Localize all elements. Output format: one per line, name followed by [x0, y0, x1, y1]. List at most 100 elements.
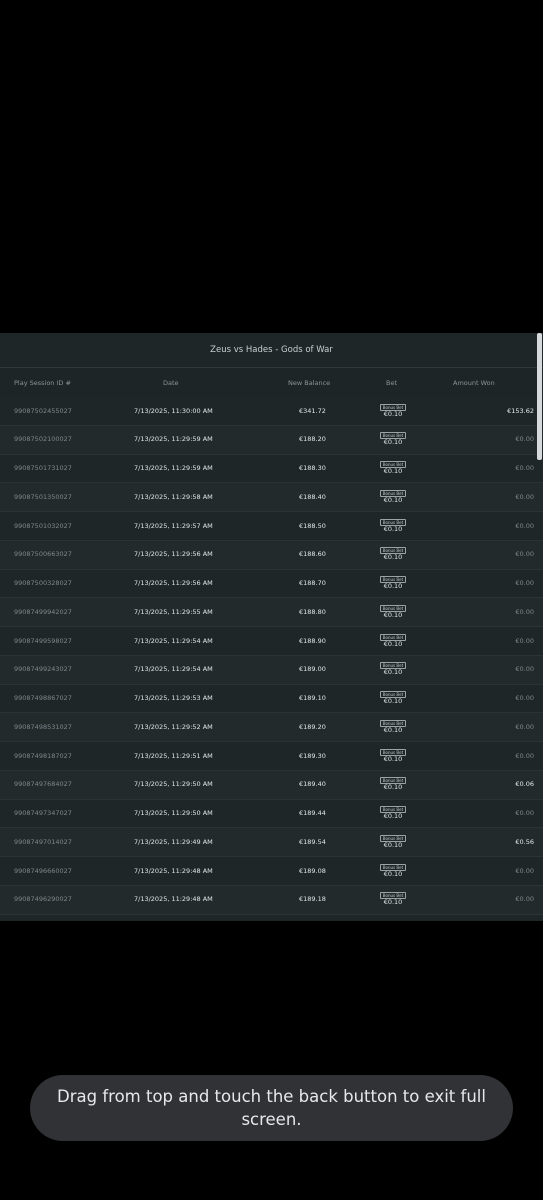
session-id-cell: 99087496290027 — [14, 895, 72, 904]
table-row[interactable]: 99087497684027 7/13/2025, 11:29:50 AM €189… — [0, 770, 543, 800]
amount-won-cell: €0.00 — [515, 550, 534, 559]
table-row[interactable]: 99087496660027 7/13/2025, 11:29:48 AM €189… — [0, 857, 543, 886]
new-balance-cell: €189.44 — [299, 809, 326, 817]
bet-cell: Bonus Bet€0.10 — [379, 656, 407, 683]
new-balance-cell: €189.10 — [299, 694, 326, 702]
date-cell: 7/13/2025, 11:30:00 AM — [134, 406, 213, 415]
new-balance-cell: €188.60 — [299, 550, 326, 559]
session-id-cell: 99087498867027 — [14, 694, 72, 702]
table-row[interactable]: 99087501731027 7/13/2025, 11:29:59 AM €188… — [0, 454, 543, 484]
session-id-cell: 99087499243027 — [14, 665, 72, 674]
new-balance-cell: €188.80 — [299, 607, 326, 616]
table-row[interactable]: 99087498531027 7/13/2025, 11:29:52 AM €189… — [0, 713, 543, 742]
bet-cell: Bonus Bet€0.10 — [379, 742, 407, 769]
bet-cell: Bonus Bet€0.10 — [379, 771, 407, 798]
bet-amount: €0.10 — [383, 697, 403, 705]
bet-cell: Bonus Bet€0.10 — [379, 426, 407, 453]
new-balance-cell: €188.70 — [299, 579, 326, 587]
date-cell: 7/13/2025, 11:29:50 AM — [134, 780, 213, 789]
session-id-cell: 99087497014027 — [14, 837, 72, 846]
date-cell: 7/13/2025, 11:29:47 AM — [134, 915, 213, 922]
fullscreen-exit-toast: Drag from top and touch the back button … — [30, 1075, 513, 1141]
bet-cell: Bonus Bet€0.10 — [379, 713, 407, 740]
amount-won-cell: €0.06 — [515, 780, 534, 789]
bet-amount: €0.10 — [383, 610, 403, 619]
bet-cell: Bonus Bet€0.10 — [379, 915, 407, 922]
date-cell: 7/13/2025, 11:29:56 AM — [134, 550, 213, 559]
table-row[interactable]: 99087498187027 7/13/2025, 11:29:51 AM €189… — [0, 742, 543, 771]
date-cell: 7/13/2025, 11:29:50 AM — [134, 809, 213, 817]
new-balance-cell: €189.18 — [299, 895, 326, 904]
new-balance-cell: €189.30 — [299, 751, 326, 760]
session-id-cell: 99087500663027 — [14, 550, 72, 559]
new-balance-cell: €189.20 — [299, 722, 326, 731]
session-id-cell: 99087496660027 — [14, 866, 72, 875]
session-id-cell: 99087501350027 — [14, 492, 72, 501]
table-row[interactable]: 99087497014027 7/13/2025, 11:29:49 AM €189… — [0, 828, 543, 857]
new-balance-cell: €189.28 — [299, 915, 326, 922]
table-row[interactable]: 99087499942027 7/13/2025, 11:29:55 AM €188… — [0, 598, 543, 627]
session-id-cell: 99087498531027 — [14, 722, 72, 731]
bet-cell: Bonus Bet€0.10 — [379, 800, 407, 827]
column-date: Date — [163, 378, 179, 387]
bet-amount: €0.10 — [383, 495, 403, 504]
scrollbar[interactable] — [537, 333, 542, 460]
amount-won-cell: €0.00 — [515, 492, 534, 501]
amount-won-cell: €0.00 — [515, 866, 534, 875]
session-id-cell: 99087501731027 — [14, 464, 72, 472]
table-row[interactable]: 99087502100027 7/13/2025, 11:29:59 AM €188… — [0, 425, 543, 455]
bet-cell: Bonus Bet€0.10 — [379, 598, 407, 625]
session-id-cell: 99087497347027 — [14, 809, 72, 817]
table-header: Play Session ID # Date New Balance Bet A… — [0, 368, 543, 398]
bet-amount: €0.10 — [383, 409, 403, 418]
bet-cell: Bonus Bet€0.10 — [379, 685, 407, 712]
amount-won-cell: €0.56 — [515, 837, 534, 846]
bet-amount: €0.10 — [383, 840, 403, 849]
amount-won-cell: €0.00 — [515, 694, 534, 702]
amount-won-cell: €0.00 — [515, 636, 534, 645]
bet-cell: Bonus Bet€0.10 — [379, 857, 407, 884]
table-row[interactable]: 99087497347027 7/13/2025, 11:29:50 AM €189… — [0, 799, 543, 829]
bet-cell: Bonus Bet€0.10 — [379, 886, 407, 913]
table-row[interactable]: 99087502455027 7/13/2025, 11:30:00 AM €341… — [0, 397, 543, 426]
column-amount-won: Amount Won — [453, 378, 495, 387]
new-balance-cell: €189.00 — [299, 665, 326, 674]
new-balance-cell: €188.90 — [299, 636, 326, 645]
table-row[interactable]: 99087499243027 7/13/2025, 11:29:54 AM €189… — [0, 655, 543, 685]
session-id-cell: 99087495943027 — [14, 915, 72, 922]
column-new-balance: New Balance — [288, 378, 331, 387]
bet-cell: Bonus Bet€0.10 — [379, 455, 407, 482]
bet-amount: €0.10 — [383, 898, 403, 907]
session-id-cell: 99087502100027 — [14, 435, 72, 444]
table-row[interactable]: 99087499598027 7/13/2025, 11:29:54 AM €188… — [0, 627, 543, 656]
bet-amount: €0.10 — [383, 553, 403, 562]
table-row[interactable]: 99087501032027 7/13/2025, 11:29:57 AM €188… — [0, 512, 543, 541]
date-cell: 7/13/2025, 11:29:59 AM — [134, 435, 213, 444]
bet-cell: Bonus Bet€0.10 — [379, 483, 407, 510]
date-cell: 7/13/2025, 11:29:59 AM — [134, 464, 213, 472]
new-balance-cell: €341.72 — [299, 406, 326, 415]
game-title: Zeus vs Hades - Gods of War — [0, 333, 543, 368]
amount-won-cell: €0.00 — [515, 895, 534, 904]
session-id-cell: 99087499598027 — [14, 636, 72, 645]
amount-won-cell: €0.00 — [515, 435, 534, 444]
table-row[interactable]: 99087495943027 7/13/2025, 11:29:47 AM €189… — [0, 914, 543, 922]
date-cell: 7/13/2025, 11:29:49 AM — [134, 837, 213, 846]
table-body: 99087502455027 7/13/2025, 11:30:00 AM €341… — [0, 397, 543, 921]
table-row[interactable]: 99087500663027 7/13/2025, 11:29:56 AM €188… — [0, 540, 543, 570]
amount-won-cell: €0.00 — [515, 751, 534, 760]
date-cell: 7/13/2025, 11:29:51 AM — [134, 751, 213, 760]
table-row[interactable]: 99087498867027 7/13/2025, 11:29:53 AM €189… — [0, 684, 543, 714]
column-bet: Bet — [386, 378, 398, 387]
bet-history-panel: Zeus vs Hades - Gods of War Play Session… — [0, 333, 543, 921]
bet-cell: Bonus Bet€0.10 — [379, 828, 407, 855]
table-row[interactable]: 99087500328027 7/13/2025, 11:29:56 AM €188… — [0, 569, 543, 599]
table-row[interactable]: 99087496290027 7/13/2025, 11:29:48 AM €189… — [0, 885, 543, 915]
table-row[interactable]: 99087501350027 7/13/2025, 11:29:58 AM €188… — [0, 483, 543, 512]
date-cell: 7/13/2025, 11:29:57 AM — [134, 521, 213, 530]
new-balance-cell: €188.20 — [299, 435, 326, 444]
bet-cell: Bonus Bet€0.10 — [379, 627, 407, 654]
column-session-id: Play Session ID # — [14, 378, 71, 387]
new-balance-cell: €189.54 — [299, 837, 326, 846]
date-cell: 7/13/2025, 11:29:48 AM — [134, 895, 213, 904]
